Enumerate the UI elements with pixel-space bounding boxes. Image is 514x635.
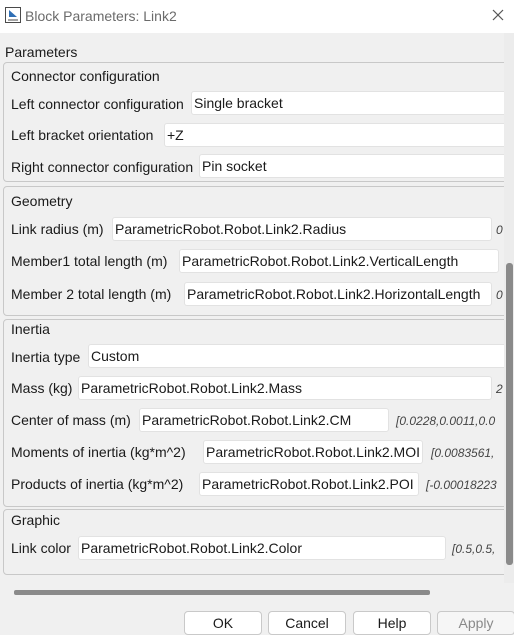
- right-connector-configuration-dropdown[interactable]: Pin socket: [199, 154, 504, 178]
- member2-length-label: Member 2 total length (m): [11, 286, 172, 302]
- block-parameters-icon: [5, 7, 21, 23]
- moments-of-inertia-evaluated: [0.0083561,: [431, 446, 495, 460]
- member2-length-evaluated: 0: [496, 288, 503, 302]
- mass-evaluated: 2: [496, 382, 503, 396]
- products-of-inertia-label: Products of inertia (kg*m^2): [11, 476, 184, 492]
- inertia-title: Inertia: [11, 321, 50, 337]
- graphic-title: Graphic: [11, 512, 61, 528]
- left-connector-configuration-label: Left connector configuration: [11, 96, 184, 112]
- parameters-panel: Parameters Connector configuration Left …: [0, 33, 504, 583]
- inertia-type-dropdown[interactable]: Custom: [88, 344, 504, 368]
- mass-label: Mass (kg): [11, 380, 73, 396]
- window-title: Block Parameters: Link2: [25, 8, 177, 24]
- products-of-inertia-field[interactable]: ParametricRobot.Robot.Link2.POI: [199, 472, 419, 496]
- geometry-title: Geometry: [11, 193, 73, 209]
- center-of-mass-label: Center of mass (m): [11, 412, 131, 428]
- horizontal-scrollbar-thumb[interactable]: [14, 590, 430, 595]
- left-bracket-orientation-label: Left bracket orientation: [11, 127, 154, 143]
- right-connector-configuration-label: Right connector configuration: [11, 159, 194, 175]
- member1-length-field[interactable]: ParametricRobot.Robot.Link2.VerticalLeng…: [179, 249, 499, 273]
- products-of-inertia-evaluated: [-0.00018223: [426, 478, 497, 492]
- center-of-mass-field[interactable]: ParametricRobot.Robot.Link2.CM: [139, 408, 389, 432]
- left-bracket-orientation-dropdown[interactable]: +Z: [164, 123, 504, 147]
- moments-of-inertia-label: Moments of inertia (kg*m^2): [11, 444, 186, 460]
- inertia-type-label: Inertia type: [11, 349, 81, 365]
- member1-length-label: Member1 total length (m): [11, 253, 168, 269]
- apply-button[interactable]: Apply: [437, 611, 514, 635]
- connector-configuration-title: Connector configuration: [11, 68, 160, 84]
- member2-length-field[interactable]: ParametricRobot.Robot.Link2.HorizontalLe…: [184, 282, 492, 306]
- cancel-button[interactable]: Cancel: [268, 611, 346, 635]
- vertical-scrollbar-thumb[interactable]: [506, 263, 513, 565]
- mass-field[interactable]: ParametricRobot.Robot.Link2.Mass: [78, 376, 492, 400]
- center-of-mass-evaluated: [0.0228,0.0011,0.0: [396, 414, 496, 428]
- close-icon[interactable]: [488, 5, 508, 25]
- link-color-label: Link color: [11, 540, 71, 556]
- parameters-heading: Parameters: [5, 44, 78, 60]
- moments-of-inertia-field[interactable]: ParametricRobot.Robot.Link2.MOI: [203, 440, 423, 464]
- link-color-evaluated: [0.5,0.5,: [452, 542, 496, 556]
- left-connector-configuration-dropdown[interactable]: Single bracket: [191, 91, 504, 115]
- link-color-field[interactable]: ParametricRobot.Robot.Link2.Color: [78, 536, 446, 560]
- link-radius-field[interactable]: ParametricRobot.Robot.Link2.Radius: [112, 217, 492, 241]
- link-radius-label: Link radius (m): [11, 221, 104, 237]
- ok-button[interactable]: OK: [184, 611, 262, 635]
- title-bar: Block Parameters: Link2: [0, 0, 514, 33]
- link-radius-evaluated: 0: [496, 223, 503, 237]
- help-button[interactable]: Help: [353, 611, 431, 635]
